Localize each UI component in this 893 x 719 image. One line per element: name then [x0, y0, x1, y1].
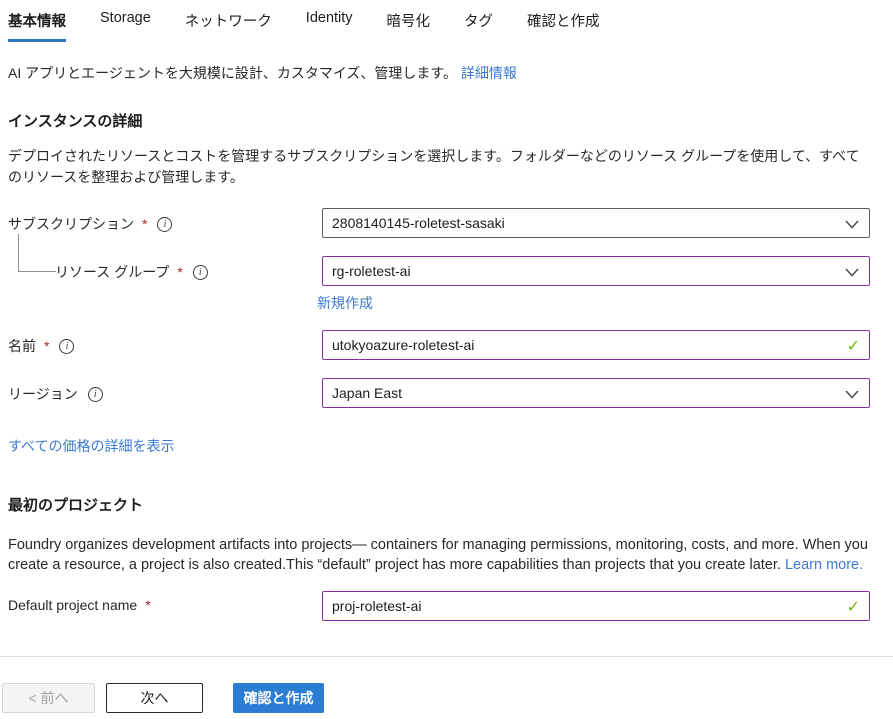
region-dropdown[interactable]: Japan East — [322, 378, 870, 408]
resource-group-dropdown[interactable]: rg-roletest-ai — [322, 256, 870, 286]
instance-details-description: デプロイされたリソースとコストを管理するサブスクリプションを選択します。フォルダ… — [8, 146, 870, 188]
info-icon[interactable]: i — [59, 339, 74, 354]
name-input[interactable] — [332, 337, 839, 353]
tab-identity[interactable]: Identity — [306, 10, 353, 34]
default-project-name-label: Default project name * — [8, 591, 322, 613]
tab-tags[interactable]: タグ — [464, 10, 493, 39]
info-icon[interactable]: i — [88, 387, 103, 402]
required-asterisk: * — [44, 338, 49, 354]
chevron-down-icon — [845, 268, 859, 277]
learn-more-link-jp[interactable]: 詳細情報 — [461, 65, 517, 81]
subscription-dropdown[interactable]: 2808140145-roletest-sasaki — [322, 208, 870, 238]
intro-text: AI アプリとエージェントを大規模に設計、カスタマイズ、管理します。 — [8, 65, 457, 81]
next-button[interactable]: 次へ — [106, 683, 203, 713]
region-label: リージョン i — [8, 378, 322, 404]
valid-check-icon: ✓ — [847, 597, 860, 617]
subscription-value: 2808140145-roletest-sasaki — [332, 215, 505, 231]
tab-review-create[interactable]: 確認と作成 — [527, 10, 600, 39]
tab-storage[interactable]: Storage — [100, 10, 151, 34]
region-label-text: リージョン — [8, 384, 78, 404]
info-icon[interactable]: i — [157, 217, 172, 232]
review-and-create-button[interactable]: 確認と作成 — [233, 683, 324, 713]
default-project-name-input[interactable] — [332, 598, 839, 614]
view-pricing-details-link[interactable]: すべての価格の詳細を表示 — [8, 438, 174, 454]
instance-details-heading: インスタンスの詳細 — [8, 110, 870, 131]
name-label: 名前 * i — [8, 330, 322, 356]
region-value: Japan East — [332, 385, 402, 401]
footer-divider — [0, 656, 893, 657]
chevron-down-icon — [845, 220, 859, 229]
resource-group-label-text: リソース グループ — [55, 262, 169, 282]
required-asterisk: * — [142, 216, 147, 232]
first-project-description-text: Foundry organizes development artifacts … — [8, 537, 868, 573]
name-label-text: 名前 — [8, 336, 36, 356]
resource-group-value: rg-roletest-ai — [332, 263, 411, 279]
info-icon[interactable]: i — [193, 265, 208, 280]
resource-group-tree-connector — [18, 234, 56, 272]
subscription-label: サブスクリプション * i — [8, 208, 322, 234]
default-project-name-label-text: Default project name — [8, 597, 137, 613]
wizard-footer: < 前へ 次へ 確認と作成 — [2, 683, 324, 713]
first-project-description: Foundry organizes development artifacts … — [8, 535, 870, 575]
wizard-tab-bar: 基本情報 Storage ネットワーク Identity 暗号化 タグ 確認と作… — [8, 10, 870, 42]
subscription-label-text: サブスクリプション — [8, 214, 134, 234]
chevron-down-icon — [845, 390, 859, 399]
tab-networking[interactable]: ネットワーク — [185, 10, 272, 39]
previous-button[interactable]: < 前へ — [2, 683, 95, 713]
first-project-heading: 最初のプロジェクト — [8, 494, 870, 515]
required-asterisk: * — [145, 597, 150, 613]
required-asterisk: * — [177, 264, 182, 280]
learn-more-link-en[interactable]: Learn more. — [785, 557, 863, 573]
create-new-resource-group-link[interactable]: 新規作成 — [317, 293, 373, 313]
valid-check-icon: ✓ — [847, 336, 860, 356]
tab-basics[interactable]: 基本情報 — [8, 10, 66, 42]
tab-encryption[interactable]: 暗号化 — [387, 10, 431, 39]
